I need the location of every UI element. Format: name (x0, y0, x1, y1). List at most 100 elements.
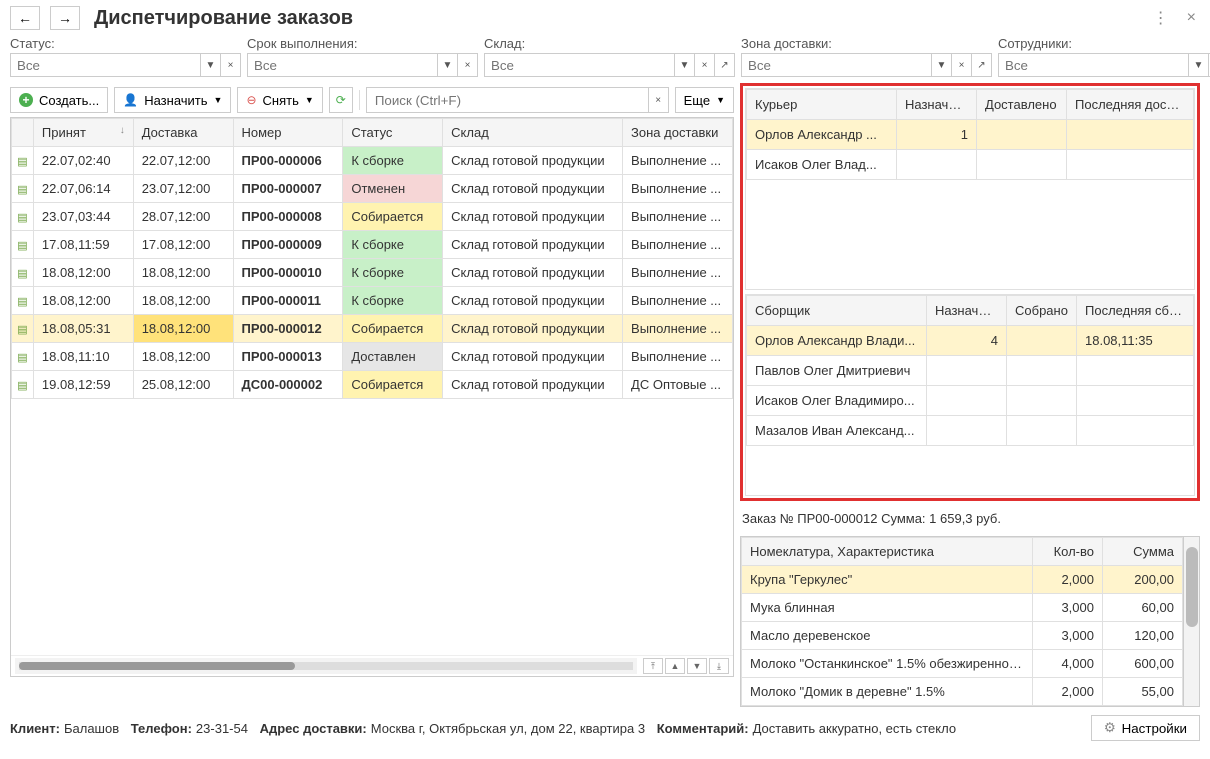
filter-status-input[interactable] (10, 53, 201, 77)
document-icon: ▤ (17, 324, 27, 336)
grid-up-icon[interactable]: ▲ (665, 658, 685, 674)
filter-zone-label: Зона доставки: (741, 36, 992, 51)
table-row[interactable]: ▤18.08,12:0018.08,12:00ПР00-000010К сбор… (12, 259, 733, 287)
filter-status: Статус: ▼ × (10, 36, 241, 77)
dropdown-icon[interactable]: ▼ (675, 53, 695, 77)
dropdown-icon[interactable]: ▼ (438, 53, 458, 77)
search-input[interactable] (366, 87, 649, 113)
h-scrollbar[interactable] (19, 662, 633, 670)
filter-status-label: Статус: (10, 36, 241, 51)
table-row[interactable]: Молоко "Домик в деревне" 1.5%2,00055,00 (742, 678, 1183, 706)
table-row[interactable]: ▤18.08,05:3118.08,12:00ПР00-000012Собира… (12, 315, 733, 343)
col-status[interactable]: Статус (343, 119, 443, 147)
topbar: ← → Диспетчирование заказов ⋮ × (0, 0, 1210, 36)
document-icon: ▤ (17, 240, 27, 252)
open-icon[interactable]: ↗ (972, 53, 992, 77)
table-row[interactable]: Орлов Александр ...1 (747, 120, 1194, 150)
col-courier-assigned[interactable]: Назначено (897, 90, 977, 120)
clear-icon[interactable]: × (221, 53, 241, 77)
v-scrollbar[interactable] (1183, 537, 1199, 706)
table-row[interactable]: Мазалов Иван Александ... (747, 416, 1194, 446)
clear-icon[interactable]: × (458, 53, 478, 77)
dropdown-icon[interactable]: ▼ (932, 53, 952, 77)
couriers-grid[interactable]: Курьер Назначено Доставлено Последняя до… (745, 88, 1195, 290)
col-item-name[interactable]: Номеклатура, Характеристика (742, 538, 1033, 566)
footer-client-label: Клиент: (10, 721, 60, 736)
table-row[interactable]: Орлов Александр Влади...418.08,11:35 (747, 326, 1194, 356)
toolbar-separator (359, 90, 360, 110)
remove-button[interactable]: ⊖ Снять ▼ (237, 87, 322, 113)
table-row[interactable]: ▤19.08,12:5925.08,12:00ДС00-000002Собира… (12, 371, 733, 399)
dropdown-icon[interactable]: ▼ (201, 53, 221, 77)
table-row[interactable]: Мука блинная3,00060,00 (742, 594, 1183, 622)
orders-toolbar: + Создать... 👤 Назначить ▼ ⊖ Снять ▼ ⟳ × (10, 83, 734, 117)
col-delivery[interactable]: Доставка (133, 119, 233, 147)
clear-icon[interactable]: × (695, 53, 715, 77)
table-row[interactable]: Масло деревенское3,000120,00 (742, 622, 1183, 650)
refresh-button[interactable]: ⟳ (329, 87, 353, 113)
col-packer-packed[interactable]: Собрано (1007, 296, 1077, 326)
nav-back-button[interactable]: ← (10, 6, 40, 30)
table-row[interactable]: ▤18.08,11:1018.08,12:00ПР00-000013Достав… (12, 343, 733, 371)
search-box: × (366, 87, 669, 113)
filter-due-input[interactable] (247, 53, 438, 77)
order-summary: Заказ № ПР00-000012 Сумма: 1 659,3 руб. (740, 505, 1200, 532)
col-number[interactable]: Номер (233, 119, 343, 147)
settings-button-label: Настройки (1122, 721, 1187, 736)
col-packer-assigned[interactable]: Назначено (927, 296, 1007, 326)
chevron-down-icon: ▼ (716, 95, 725, 105)
person-icon: 👤 (123, 93, 138, 107)
col-store[interactable]: Склад (443, 119, 623, 147)
filter-staff: Сотрудники: ▼ × (998, 36, 1210, 77)
col-courier-name[interactable]: Курьер (747, 90, 897, 120)
col-packer-last[interactable]: Последняя сборка (1077, 296, 1194, 326)
filter-zone-input[interactable] (741, 53, 932, 77)
close-icon[interactable]: × (1183, 7, 1200, 29)
grid-last-icon[interactable]: ⤓ (709, 658, 729, 674)
table-row[interactable]: ▤18.08,12:0018.08,12:00ПР00-000011К сбор… (12, 287, 733, 315)
col-accepted[interactable]: Принят (42, 125, 86, 140)
create-button[interactable]: + Создать... (10, 87, 108, 113)
table-row[interactable]: Крупа "Геркулес"2,000200,00 (742, 566, 1183, 594)
settings-button[interactable]: ⚙ Настройки (1091, 715, 1200, 741)
table-row[interactable]: Павлов Олег Дмитриевич (747, 356, 1194, 386)
table-row[interactable]: ▤17.08,11:5917.08,12:00ПР00-000009К сбор… (12, 231, 733, 259)
filter-store-label: Склад: (484, 36, 735, 51)
table-row[interactable]: ▤23.07,03:4428.07,12:00ПР00-000008Собира… (12, 203, 733, 231)
dropdown-icon[interactable]: ▼ (1189, 53, 1209, 77)
col-item-sum[interactable]: Сумма (1103, 538, 1183, 566)
col-courier-delivered[interactable]: Доставлено (977, 90, 1067, 120)
document-icon: ▤ (17, 352, 27, 364)
chevron-down-icon: ▼ (305, 95, 314, 105)
table-row[interactable]: ▤22.07,06:1423.07,12:00ПР00-000007Отмене… (12, 175, 733, 203)
col-packer-name[interactable]: Сборщик (747, 296, 927, 326)
grid-first-icon[interactable]: ⤒ (643, 658, 663, 674)
orders-grid[interactable]: Принят↓ Доставка Номер Статус Склад Зона… (10, 117, 734, 677)
col-item-qty[interactable]: Кол-во (1033, 538, 1103, 566)
filter-staff-input[interactable] (998, 53, 1189, 77)
clear-icon[interactable]: × (649, 87, 669, 113)
more-button[interactable]: Еще ▼ (675, 87, 734, 113)
table-row[interactable]: Молоко "Останкинское" 1.5% обезжиренное … (742, 650, 1183, 678)
clear-icon[interactable]: × (952, 53, 972, 77)
table-row[interactable]: ▤22.07,02:4022.07,12:00ПР00-000006К сбор… (12, 147, 733, 175)
nav-forward-button[interactable]: → (50, 6, 80, 30)
filter-staff-label: Сотрудники: (998, 36, 1210, 51)
items-grid[interactable]: Номеклатура, Характеристика Кол-во Сумма… (740, 536, 1200, 707)
packers-grid[interactable]: Сборщик Назначено Собрано Последняя сбор… (745, 294, 1195, 496)
footer-addr-label: Адрес доставки: (260, 721, 367, 736)
table-row[interactable]: Исаков Олег Владимиро... (747, 386, 1194, 416)
col-zone[interactable]: Зона доставки (623, 119, 733, 147)
filter-store-input[interactable] (484, 53, 675, 77)
table-row[interactable]: Исаков Олег Влад... (747, 150, 1194, 180)
filter-store: Склад: ▼ × ↗ (484, 36, 735, 77)
kebab-icon[interactable]: ⋮ (1149, 6, 1173, 30)
grid-down-icon[interactable]: ▼ (687, 658, 707, 674)
col-courier-last[interactable]: Последняя доставка (1067, 90, 1194, 120)
plus-icon: + (19, 93, 33, 107)
page-title: Диспетчирование заказов (94, 7, 1139, 30)
open-icon[interactable]: ↗ (715, 53, 735, 77)
more-button-label: Еще (684, 93, 710, 108)
assign-button[interactable]: 👤 Назначить ▼ (114, 87, 231, 113)
create-button-label: Создать... (39, 93, 99, 108)
